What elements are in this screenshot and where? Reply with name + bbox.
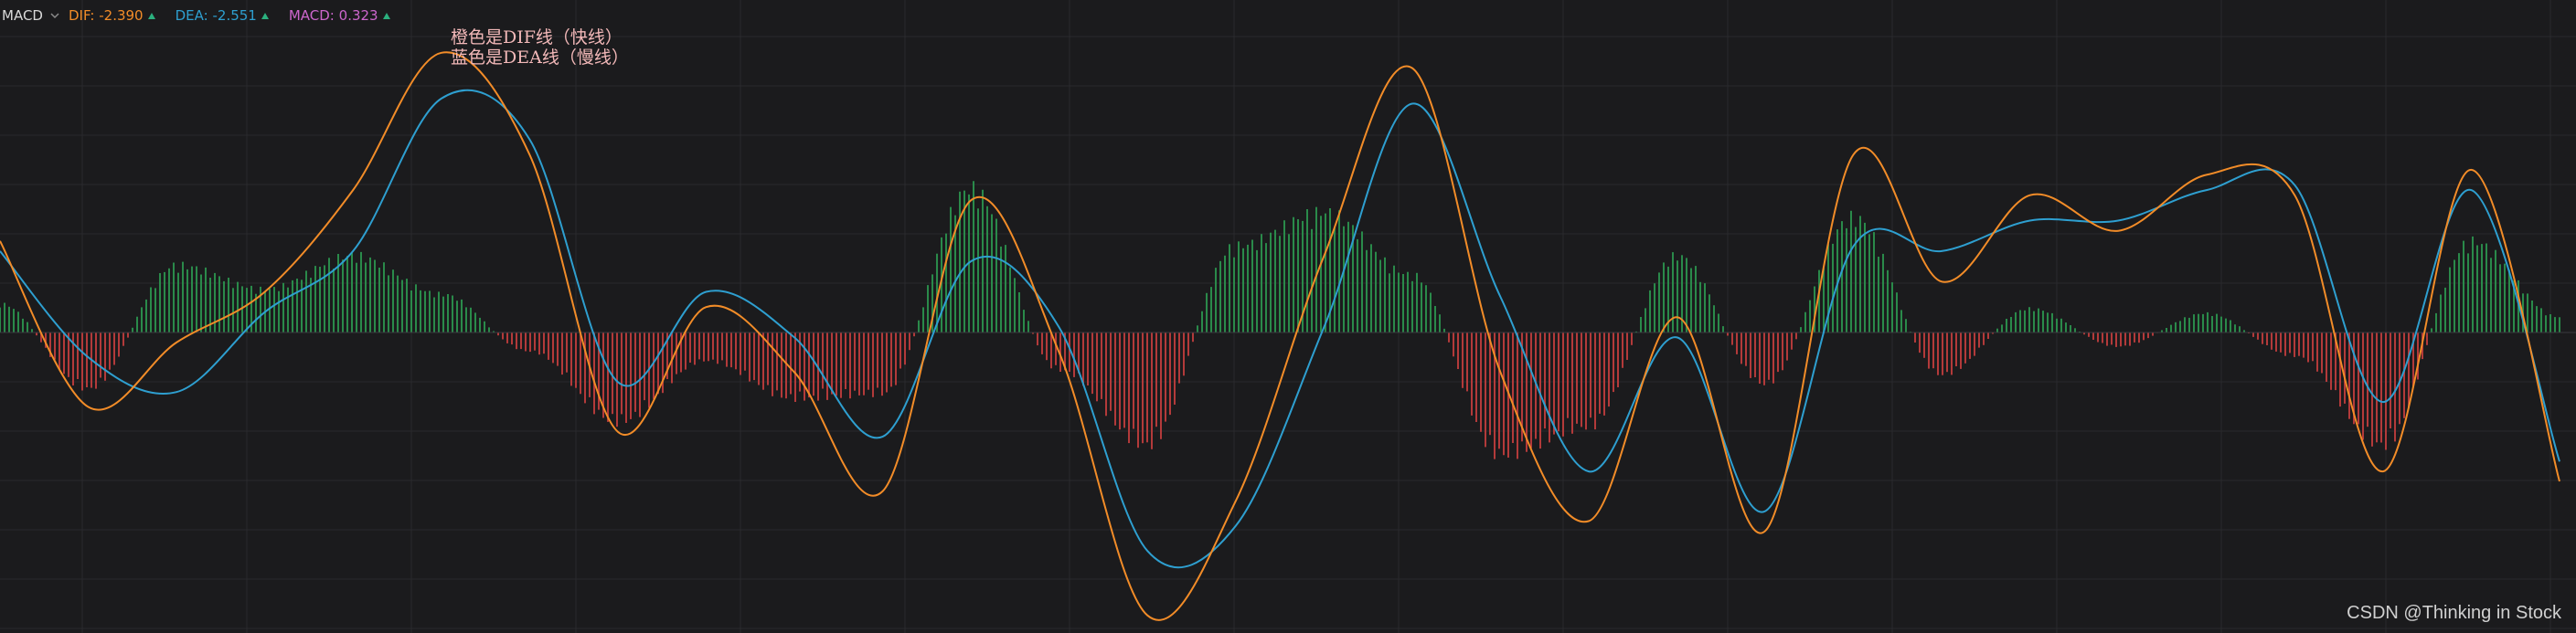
macd-label: MACD: — [288, 7, 335, 24]
macd-histogram — [0, 181, 2560, 459]
dea-label: DEA: — [175, 7, 208, 24]
annotation-line-dif: 橙色是DIF线（快线） — [451, 27, 623, 47]
macd-chart-panel: MACD DIF: -2.390 DEA: -2.551 MACD: 0.323… — [0, 0, 2576, 633]
indicator-name[interactable]: MACD — [0, 7, 43, 24]
macd-chart — [0, 0, 2576, 633]
line-color-annotation: 橙色是DIF线（快线） 蓝色是DEA线（慢线） — [451, 27, 629, 68]
dif-label: DIF: — [68, 7, 95, 24]
dea-value: -2.551 — [212, 7, 257, 24]
watermark: CSDN @Thinking in Stock — [2347, 603, 2561, 623]
up-arrow-icon — [261, 12, 269, 19]
dif-line — [0, 51, 2560, 621]
macd-value: 0.323 — [338, 7, 378, 24]
dif-legend-item: DIF: -2.390 — [69, 7, 155, 24]
dif-value: -2.390 — [99, 7, 144, 24]
up-arrow-icon — [382, 12, 390, 19]
annotation-line-dea: 蓝色是DEA线（慢线） — [451, 47, 629, 68]
indicator-legend: MACD DIF: -2.390 DEA: -2.551 MACD: 0.323 — [0, 5, 410, 26]
up-arrow-icon — [147, 12, 155, 19]
macd-legend-item: MACD: 0.323 — [289, 7, 390, 24]
dea-legend-item: DEA: -2.551 — [176, 7, 269, 24]
chevron-down-icon[interactable] — [50, 11, 59, 20]
